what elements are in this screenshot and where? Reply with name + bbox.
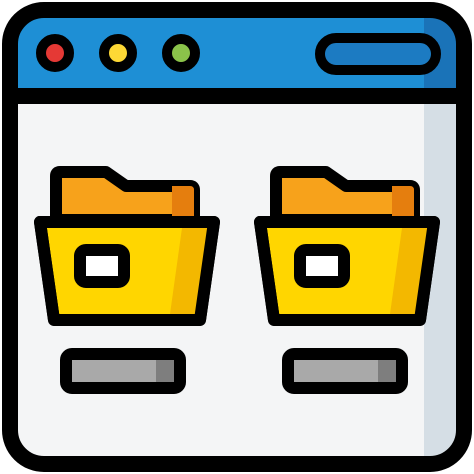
folder-tag — [74, 244, 130, 288]
close-dot-icon[interactable] — [36, 34, 74, 72]
folder-label-bar[interactable] — [60, 348, 186, 394]
address-bar[interactable] — [315, 33, 441, 75]
folder-label-bar[interactable] — [282, 348, 408, 394]
minimize-dot-icon[interactable] — [99, 34, 137, 72]
window-controls[interactable] — [36, 34, 200, 72]
browser-window-icon — [0, 0, 474, 474]
folder-icon — [34, 166, 220, 326]
folder-icon — [254, 166, 440, 326]
folder-tag — [294, 244, 350, 288]
maximize-dot-icon[interactable] — [162, 34, 200, 72]
browser-folders-illustration — [2, 2, 472, 472]
